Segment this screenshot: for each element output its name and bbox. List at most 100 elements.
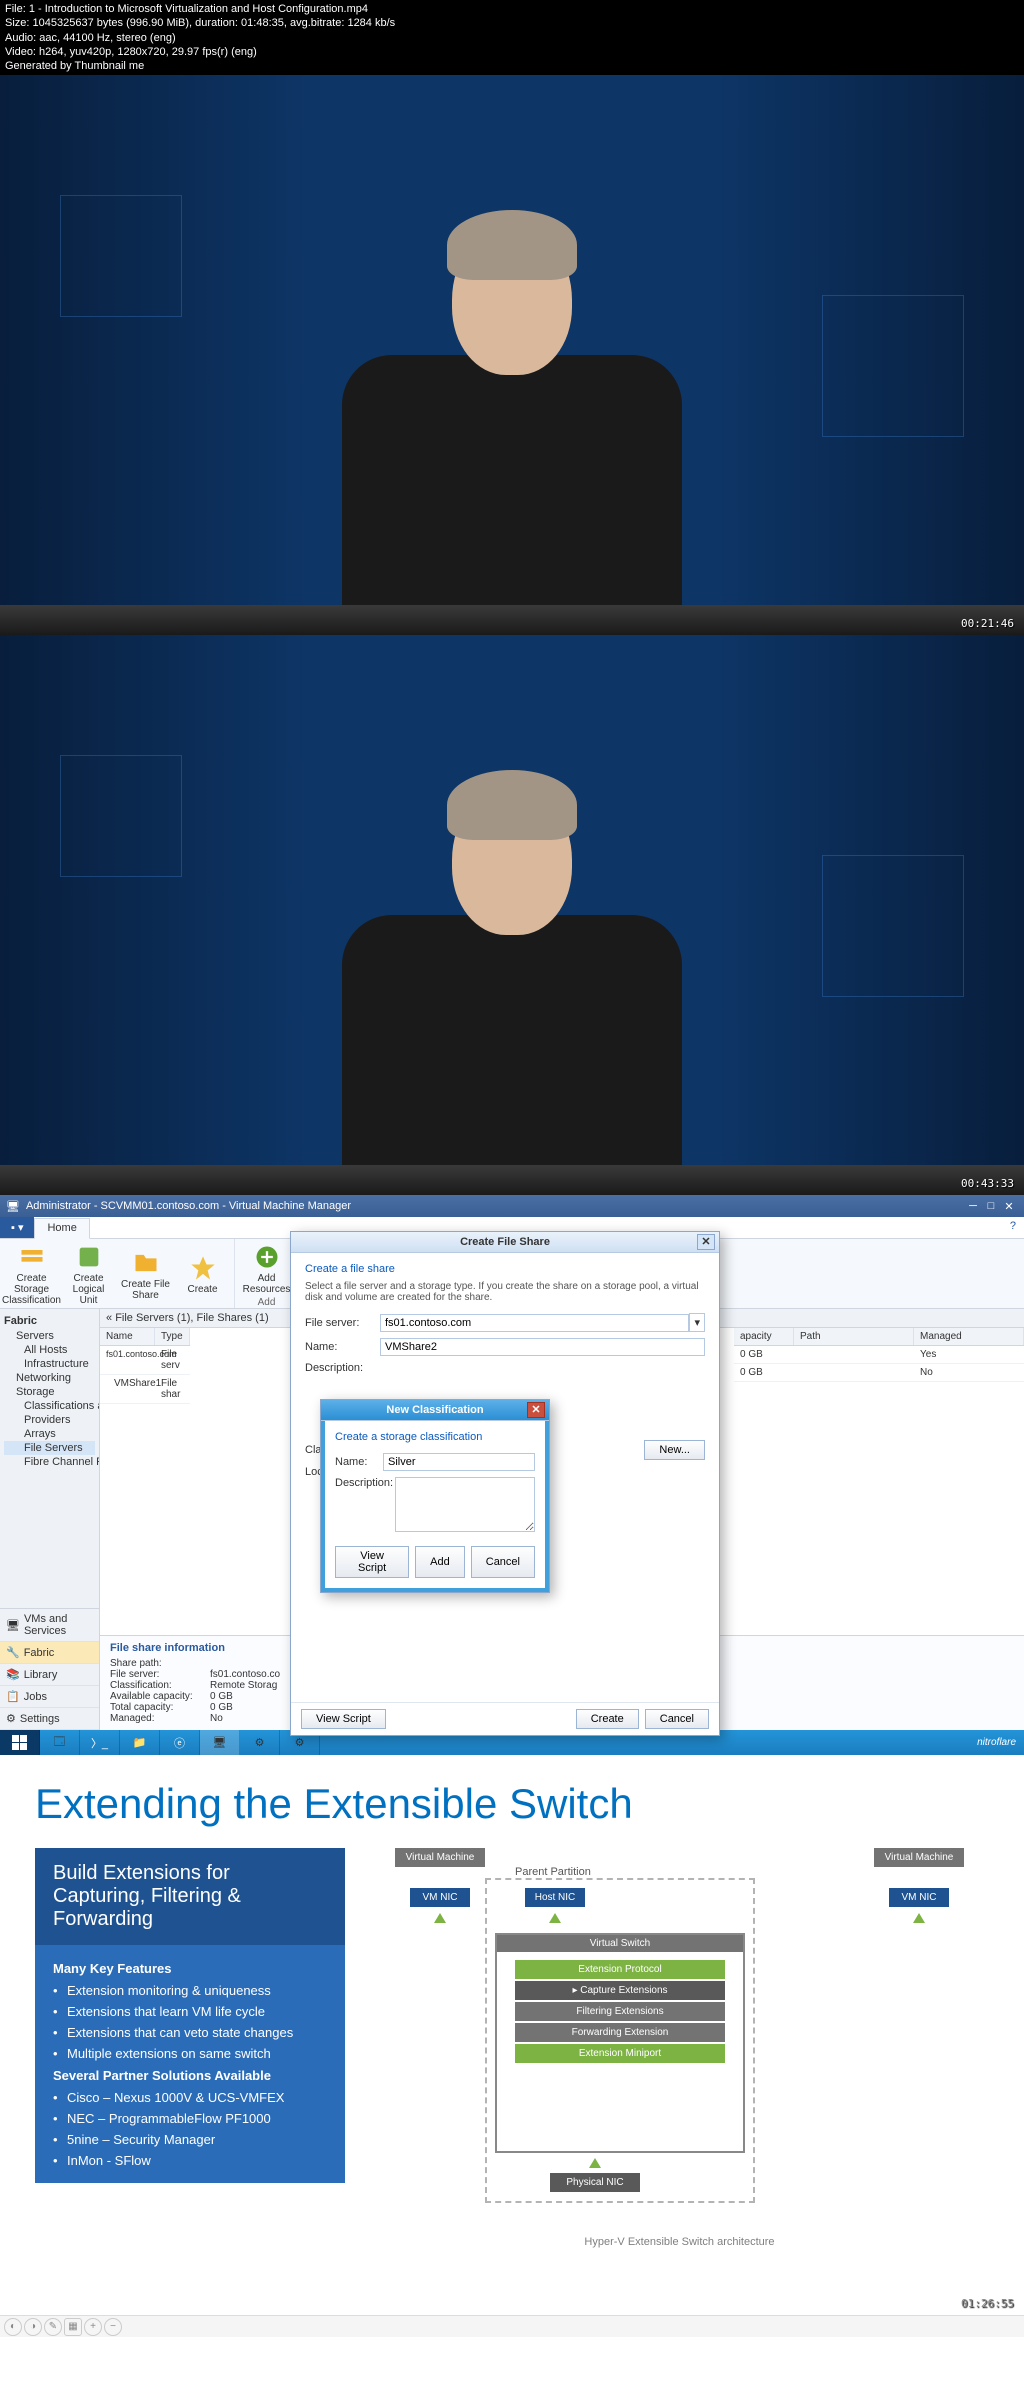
node-storage[interactable]: Storage [4,1385,95,1399]
task-ie[interactable]: ⓔ [160,1730,200,1755]
task-explorer[interactable]: 📁 [120,1730,160,1755]
minimize-button[interactable]: ─ [964,1200,982,1212]
tray-watermark: nitroflare [969,1730,1024,1755]
window-titlebar[interactable]: 🖥 Administrator - SCVMM01.contoso.com - … [0,1195,1024,1217]
col-name[interactable]: Name [100,1328,155,1345]
start-button[interactable] [0,1730,40,1755]
col-type[interactable]: Type [155,1328,190,1345]
node-arrays[interactable]: Arrays [4,1427,95,1441]
close-icon[interactable]: ✕ [527,1402,545,1418]
wun-vms[interactable]: 🖥VMs and Services [0,1609,99,1642]
tool-2[interactable]: ◑ [24,2318,42,2336]
btn-create[interactable]: Create [175,1241,230,1308]
settings-icon: ⚙ [6,1712,16,1725]
col-capacity[interactable]: apacity [734,1328,794,1345]
slide-title: Extending the Extensible Switch [35,1780,989,1828]
arch-caption: Hyper-V Extensible Switch architecture [370,2236,989,2248]
node-class[interactable]: Classifications and Poo [4,1399,95,1413]
view-script-button[interactable]: View Script [301,1709,386,1729]
list-item: Cisco – Nexus 1000V & UCS-VMFEX [53,2087,327,2108]
tool-zoom-out[interactable]: − [104,2318,122,2336]
content-pane: « File Servers (1), File Shares (1) Name… [100,1309,1024,1730]
section-1: Many Key Features [53,1961,327,1976]
arch-layer: Forwarding Extension [515,2023,725,2042]
timestamp-1: 00:21:46 [961,617,1014,630]
share-name-input[interactable] [380,1338,705,1356]
box-body: Many Key Features Extension monitoring &… [35,1945,345,2183]
col-managed[interactable]: Managed [914,1328,1024,1345]
tool-4[interactable]: ▦ [64,2318,82,2336]
tool-3[interactable]: ✎ [44,2318,62,2336]
presenter [322,775,702,1195]
arch-layer: Filtering Extensions [515,2002,725,2021]
video-frame-2: 00:43:33 [0,635,1024,1195]
list-item: 5nine – Security Manager [53,2129,327,2150]
node-infra[interactable]: Infrastructure [4,1357,95,1371]
arch-vswitch: Virtual Switch [497,1935,743,1952]
task-powershell[interactable]: 〉_ [80,1730,120,1755]
table-row[interactable]: 0 GBNo [734,1364,1024,1382]
close-icon[interactable]: ✕ [697,1234,715,1250]
create-button[interactable]: Create [576,1709,639,1729]
nav-pane: Fabric Servers All Hosts Infrastructure … [0,1309,100,1730]
node-fileservers[interactable]: File Servers [4,1441,95,1455]
dialog-header: Create a file share [305,1263,705,1275]
arch-layer: Extension Miniport [515,2044,725,2063]
wun-library[interactable]: 📚Library [0,1664,99,1686]
tab-file[interactable]: ▪ ▾ [0,1217,34,1238]
list-item: NEC – ProgrammableFlow PF1000 [53,2108,327,2129]
tool-zoom-in[interactable]: + [84,2318,102,2336]
wun-jobs[interactable]: 📋Jobs [0,1686,99,1708]
new-classification-dialog: New Classification ✕ Create a storage cl… [320,1399,550,1593]
btn-create-storage-class[interactable]: Create Storage Classification [4,1241,59,1308]
view-script-button[interactable]: View Script [335,1546,409,1578]
cancel-button[interactable]: Cancel [645,1709,709,1729]
inner-dialog-title[interactable]: New Classification ✕ [321,1400,549,1421]
dropdown-icon[interactable]: ▾ [689,1313,705,1332]
maximize-button[interactable]: □ [982,1200,1000,1212]
wun-fabric[interactable]: 🔧Fabric [0,1642,99,1664]
add-button[interactable]: Add [415,1546,465,1578]
classification-name-input[interactable] [383,1453,535,1471]
btn-add-resources[interactable]: Add Resources [239,1241,294,1297]
node-allhosts[interactable]: All Hosts [4,1343,95,1357]
node-fibre[interactable]: Fibre Channel Fabrics [4,1455,95,1469]
wun-settings[interactable]: ⚙Settings [0,1708,99,1730]
task-server-manager[interactable]: 🗔 [40,1730,80,1755]
btn-create-file-share[interactable]: Create File Share [118,1241,173,1308]
bottom-toolbar: ◐ ◑ ✎ ▦ + − [0,2315,1024,2337]
arch-layer: ▸ Capture Extensions [515,1981,725,2000]
dialog-title[interactable]: Create File Share ✕ [291,1232,719,1253]
btn-create-logical-unit[interactable]: Create Logical Unit [61,1241,116,1308]
table-row[interactable]: 0 GBYes [734,1346,1024,1364]
tab-home[interactable]: Home [34,1218,89,1239]
new-classification-button[interactable]: New... [644,1440,705,1460]
presenter [322,215,702,635]
tool-1[interactable]: ◐ [4,2318,22,2336]
window-icon: 🖥 [6,1200,20,1213]
meta-video: Video: h264, yuv420p, 1280x720, 29.97 fp… [5,45,1019,59]
fileserver-select[interactable] [380,1314,689,1332]
list-item: Extensions that learn VM life cycle [53,2001,327,2022]
arrow-up-icon [549,1913,561,1923]
arrow-up-icon [434,1913,446,1923]
node-networking[interactable]: Networking [4,1371,95,1385]
list-item: Extensions that can veto state changes [53,2022,327,2043]
close-button[interactable]: ✕ [1000,1200,1018,1213]
arch-vm2: Virtual Machine [874,1848,964,1867]
table-row[interactable]: VMShare1File shar [100,1375,190,1404]
task-app1[interactable]: ⚙ [240,1730,280,1755]
vmm-window: 🖥 Administrator - SCVMM01.contoso.com - … [0,1195,1024,1755]
help-icon[interactable]: ? [1002,1217,1024,1238]
library-icon: 📚 [6,1668,20,1681]
wunderbar: 🖥VMs and Services 🔧Fabric 📚Library 📋Jobs… [0,1608,99,1730]
col-path[interactable]: Path [794,1328,914,1345]
cancel-button[interactable]: Cancel [471,1546,535,1578]
inner-header: Create a storage classification [335,1431,535,1443]
classification-desc-input[interactable] [395,1477,535,1532]
dialog-desc: Select a file server and a storage type.… [305,1281,705,1303]
node-providers[interactable]: Providers [4,1413,95,1427]
task-vmm[interactable]: 🖥 [200,1730,240,1755]
node-servers[interactable]: Servers [4,1329,95,1343]
table-row[interactable]: fs01.contoso.comFile serv [100,1346,190,1375]
